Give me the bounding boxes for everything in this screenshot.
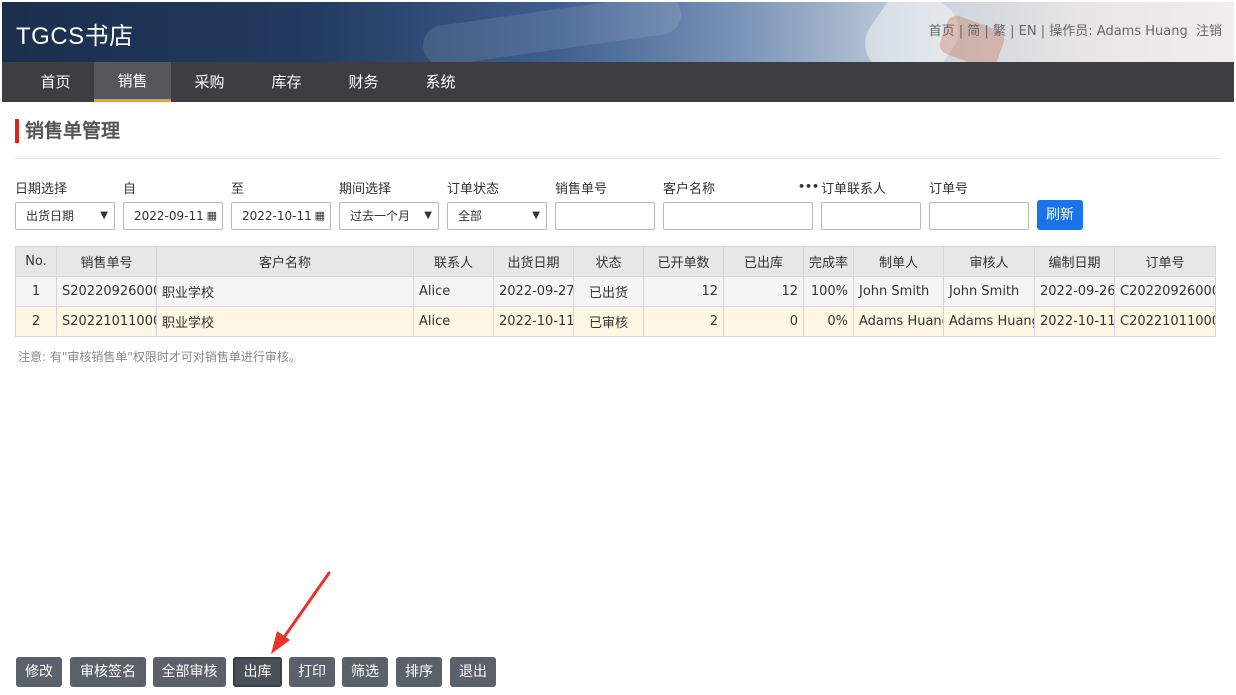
table-cell: 2022-10-11 [493, 306, 574, 337]
link-simplified[interactable]: 简 [967, 24, 980, 39]
calendar-icon[interactable]: ▦ [315, 203, 325, 229]
table-cell: 已出货 [573, 276, 644, 307]
table-cell: S202209260001 [56, 276, 157, 307]
table-cell: C202210110001 [1114, 306, 1216, 337]
link-home[interactable]: 首页 [929, 24, 955, 39]
table-cell: C202209260002 [1114, 276, 1216, 307]
table-row[interactable]: 1 S202209260001 职业学校 Alice 2022-09-27 已出… [15, 276, 1216, 307]
calendar-icon[interactable]: ▦ [207, 203, 217, 229]
to-date-input[interactable]: 2022-10-11 ▦ [231, 202, 331, 230]
table-cell: Adams Huang [943, 306, 1035, 337]
status-select[interactable]: 全部 ▼ [447, 202, 547, 230]
column-header[interactable]: 制单人 [853, 246, 944, 277]
table-cell: 职业学校 [156, 276, 414, 307]
table-cell: 2 [643, 306, 724, 337]
table-cell: Alice [413, 276, 494, 307]
table-cell: 2022-09-26 [1034, 276, 1115, 307]
period-label: 期间选择 [339, 182, 392, 197]
order-no-label: 订单号 [929, 182, 969, 197]
column-header[interactable]: 销售单号 [56, 246, 157, 277]
page-title: 销售单管理 [15, 119, 120, 143]
table-row[interactable]: 2 S202210110001 职业学校 Alice 2022-10-11 已审… [15, 306, 1216, 337]
sort-button[interactable]: 排序 [396, 657, 442, 687]
stock-out-button[interactable]: 出库 [233, 657, 282, 687]
more-icon[interactable]: ••• [798, 180, 819, 193]
main-nav: 首页 销售 采购 库存 财务 系统 [2, 62, 1234, 102]
column-header[interactable]: 审核人 [943, 246, 1035, 277]
table-cell: 12 [643, 276, 724, 307]
chevron-down-icon: ▼ [424, 210, 432, 221]
sales-no-label: 销售单号 [555, 182, 608, 197]
from-date-input[interactable]: 2022-09-11 ▦ [123, 202, 223, 230]
sales-no-input[interactable] [555, 202, 655, 230]
chevron-down-icon: ▼ [532, 210, 540, 221]
table-cell: 100% [803, 276, 854, 307]
operator-label: 操作员: [1049, 24, 1093, 39]
table-cell: 12 [723, 276, 804, 307]
customer-label: 客户名称 [663, 182, 716, 197]
nav-home[interactable]: 首页 [17, 62, 94, 102]
table-cell: Adams Huang [853, 306, 944, 337]
from-label: 自 [123, 182, 137, 197]
link-english[interactable]: EN [1019, 24, 1037, 39]
to-label: 至 [231, 182, 245, 197]
header-decoration [420, 2, 684, 62]
filter-button[interactable]: 筛选 [342, 657, 388, 687]
column-header[interactable]: 客户名称 [156, 246, 414, 277]
approve-sign-button[interactable]: 审核签名 [70, 657, 146, 687]
order-no-input[interactable] [929, 202, 1029, 230]
date-type-select[interactable]: 出货日期 ▼ [15, 202, 115, 230]
permission-note: 注意: 有"审核销售单"权限时才可对销售单进行审核。 [18, 350, 301, 364]
column-header[interactable]: 编制日期 [1034, 246, 1115, 277]
nav-inventory[interactable]: 库存 [248, 62, 325, 102]
operator-name: Adams Huang [1096, 24, 1188, 39]
sales-order-table: No. 销售单号 客户名称 联系人 出货日期 状态 已开单数 已出库 完成率 制… [15, 246, 1216, 337]
table-cell: S202210110001 [56, 306, 157, 337]
link-traditional[interactable]: 繁 [993, 24, 1006, 39]
column-header[interactable]: 订单号 [1114, 246, 1216, 277]
table-cell: 已审核 [573, 306, 644, 337]
contact-label: 订单联系人 [821, 182, 887, 197]
table-cell: 0 [723, 306, 804, 337]
table-cell: John Smith [853, 276, 944, 307]
column-header[interactable]: 出货日期 [493, 246, 574, 277]
table-cell: 0% [803, 306, 854, 337]
nav-system[interactable]: 系统 [402, 62, 479, 102]
customer-input[interactable] [663, 202, 813, 230]
nav-purchase[interactable]: 采购 [171, 62, 248, 102]
refresh-button[interactable]: 刷新 [1037, 200, 1083, 230]
date-select-label: 日期选择 [15, 182, 68, 197]
table-cell: 2022-09-27 [493, 276, 574, 307]
table-cell: John Smith [943, 276, 1035, 307]
approve-all-button[interactable]: 全部审核 [153, 657, 226, 687]
table-cell: 职业学校 [156, 306, 414, 337]
status-label: 订单状态 [447, 182, 500, 197]
edit-button[interactable]: 修改 [16, 657, 62, 687]
column-header[interactable]: 联系人 [413, 246, 494, 277]
column-header[interactable]: 已出库 [723, 246, 804, 277]
contact-input[interactable] [821, 202, 921, 230]
table-cell: 2 [15, 306, 57, 337]
divider [15, 158, 1221, 159]
top-links: 首页 | 简 | 繁 | EN | 操作员: Adams Huang 注销 [928, 24, 1222, 39]
column-header[interactable]: No. [15, 246, 57, 277]
app-header: TGCS书店 首页 | 简 | 繁 | EN | 操作员: Adams Huan… [2, 2, 1234, 62]
table-cell: 1 [15, 276, 57, 307]
column-header[interactable]: 完成率 [803, 246, 854, 277]
period-select[interactable]: 过去一个月 ▼ [339, 202, 439, 230]
exit-button[interactable]: 退出 [450, 657, 496, 687]
print-button[interactable]: 打印 [289, 657, 335, 687]
nav-sales[interactable]: 销售 [94, 62, 171, 102]
table-cell: 2022-10-11 [1034, 306, 1115, 337]
logout-link[interactable]: 注销 [1196, 24, 1222, 39]
nav-finance[interactable]: 财务 [325, 62, 402, 102]
table-header-row: No. 销售单号 客户名称 联系人 出货日期 状态 已开单数 已出库 完成率 制… [15, 246, 1216, 277]
chevron-down-icon: ▼ [100, 210, 108, 221]
column-header[interactable]: 状态 [573, 246, 644, 277]
table-cell: Alice [413, 306, 494, 337]
column-header[interactable]: 已开单数 [643, 246, 724, 277]
brand-logo: TGCS书店 [16, 23, 134, 50]
